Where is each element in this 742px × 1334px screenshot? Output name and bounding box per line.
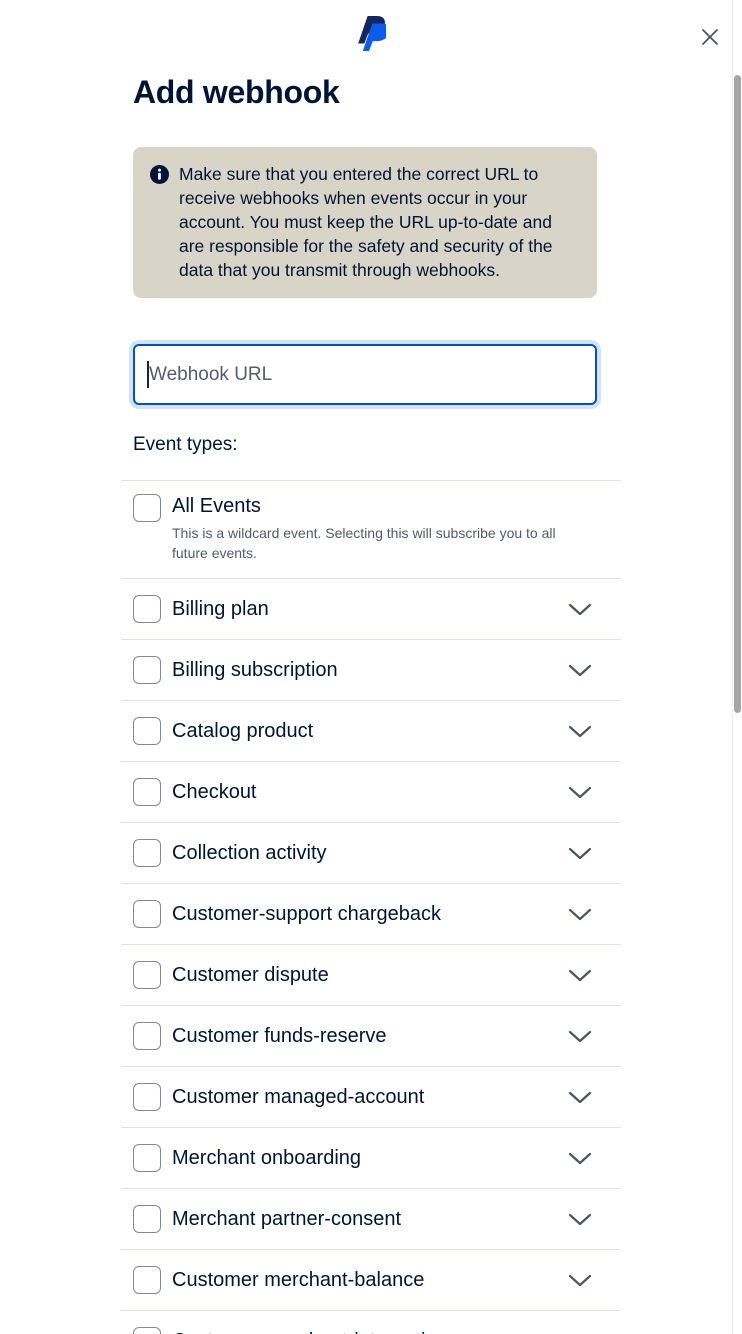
chevron-down-icon[interactable]	[568, 603, 592, 616]
event-group-checkbox[interactable]	[133, 839, 161, 867]
scrollbar-thumb[interactable]	[734, 75, 741, 713]
event-group-row[interactable]: Billing plan	[121, 578, 621, 639]
event-group-checkbox[interactable]	[133, 656, 161, 684]
chevron-down-icon[interactable]	[568, 1213, 592, 1226]
all-events-label: All Events	[172, 494, 584, 519]
event-group-row[interactable]: Customer merchant-integration	[121, 1310, 621, 1334]
event-group-checkbox[interactable]	[133, 1327, 161, 1334]
all-events-checkbox[interactable]	[133, 494, 161, 522]
add-webhook-dialog: Add webhook Make sure that you entered t…	[0, 0, 742, 1334]
event-group-checkbox[interactable]	[133, 1205, 161, 1233]
event-group-row[interactable]: Customer dispute	[121, 944, 621, 1005]
event-group-label: Collection activity	[172, 841, 327, 866]
chevron-down-icon[interactable]	[568, 725, 592, 738]
event-group-row[interactable]: Merchant partner-consent	[121, 1188, 621, 1249]
event-group-label: Customer merchant-balance	[172, 1268, 424, 1293]
chevron-down-icon[interactable]	[568, 969, 592, 982]
event-group-checkbox[interactable]	[133, 900, 161, 928]
event-group-checkbox[interactable]	[133, 778, 161, 806]
event-group-label: Billing subscription	[172, 658, 338, 683]
chevron-down-icon[interactable]	[568, 1030, 592, 1043]
event-group-row[interactable]: Collection activity	[121, 822, 621, 883]
event-group-label: Customer-support chargeback	[172, 902, 441, 927]
info-alert: Make sure that you entered the correct U…	[133, 147, 597, 298]
alert-text: Make sure that you entered the correct U…	[179, 162, 579, 282]
event-group-row[interactable]: Checkout	[121, 761, 621, 822]
event-group-label: Customer dispute	[172, 963, 329, 988]
event-group-label: Merchant onboarding	[172, 1146, 361, 1171]
event-group-row[interactable]: Customer merchant-balance	[121, 1249, 621, 1310]
chevron-down-icon[interactable]	[568, 847, 592, 860]
close-button[interactable]	[699, 26, 721, 48]
info-icon	[150, 165, 169, 282]
event-group-row[interactable]: Customer managed-account	[121, 1066, 621, 1127]
event-group-checkbox[interactable]	[133, 1022, 161, 1050]
webhook-url-input[interactable]	[133, 344, 597, 405]
event-group-checkbox[interactable]	[133, 1144, 161, 1172]
all-events-description: This is a wildcard event. Selecting this…	[172, 523, 584, 563]
event-group-row[interactable]: Billing subscription	[121, 639, 621, 700]
event-group-row[interactable]: Customer-support chargeback	[121, 883, 621, 944]
event-group-checkbox[interactable]	[133, 961, 161, 989]
event-group-label: Billing plan	[172, 597, 269, 622]
all-events-text: All Events This is a wildcard event. Sel…	[172, 494, 584, 563]
event-group-label: Customer merchant-integration	[172, 1329, 448, 1334]
event-group-row[interactable]: Merchant onboarding	[121, 1127, 621, 1188]
event-group-checkbox[interactable]	[133, 717, 161, 745]
event-group-label: Checkout	[172, 780, 257, 805]
event-group-checkbox[interactable]	[133, 595, 161, 623]
dialog-body: Add webhook Make sure that you entered t…	[0, 74, 742, 1334]
chevron-down-icon[interactable]	[568, 1152, 592, 1165]
chevron-down-icon[interactable]	[568, 1274, 592, 1287]
text-caret	[147, 361, 149, 388]
all-events-row[interactable]: All Events This is a wildcard event. Sel…	[121, 480, 621, 578]
event-group-label: Merchant partner-consent	[172, 1207, 401, 1232]
event-group-label: Customer managed-account	[172, 1085, 424, 1110]
event-group-label: Catalog product	[172, 719, 313, 744]
close-icon	[701, 28, 719, 46]
event-types-label: Event types:	[133, 434, 609, 456]
event-group-label: Customer funds-reserve	[172, 1024, 387, 1049]
chevron-down-icon[interactable]	[568, 786, 592, 799]
event-group-row[interactable]: Customer funds-reserve	[121, 1005, 621, 1066]
webhook-url-field	[133, 344, 597, 405]
event-group-checkbox[interactable]	[133, 1083, 161, 1111]
event-group-row[interactable]: Catalog product	[121, 700, 621, 761]
event-types-list: All Events This is a wildcard event. Sel…	[121, 480, 621, 1334]
event-group-rows: Billing plan Billing subscription	[121, 578, 621, 1334]
page-title: Add webhook	[133, 74, 609, 110]
event-group-checkbox[interactable]	[133, 1266, 161, 1294]
chevron-down-icon[interactable]	[568, 908, 592, 921]
chevron-down-icon[interactable]	[568, 1091, 592, 1104]
scrollbar-track[interactable]	[732, 0, 742, 1334]
dialog-header	[0, 0, 742, 52]
paypal-logo	[356, 15, 386, 52]
chevron-down-icon[interactable]	[568, 664, 592, 677]
